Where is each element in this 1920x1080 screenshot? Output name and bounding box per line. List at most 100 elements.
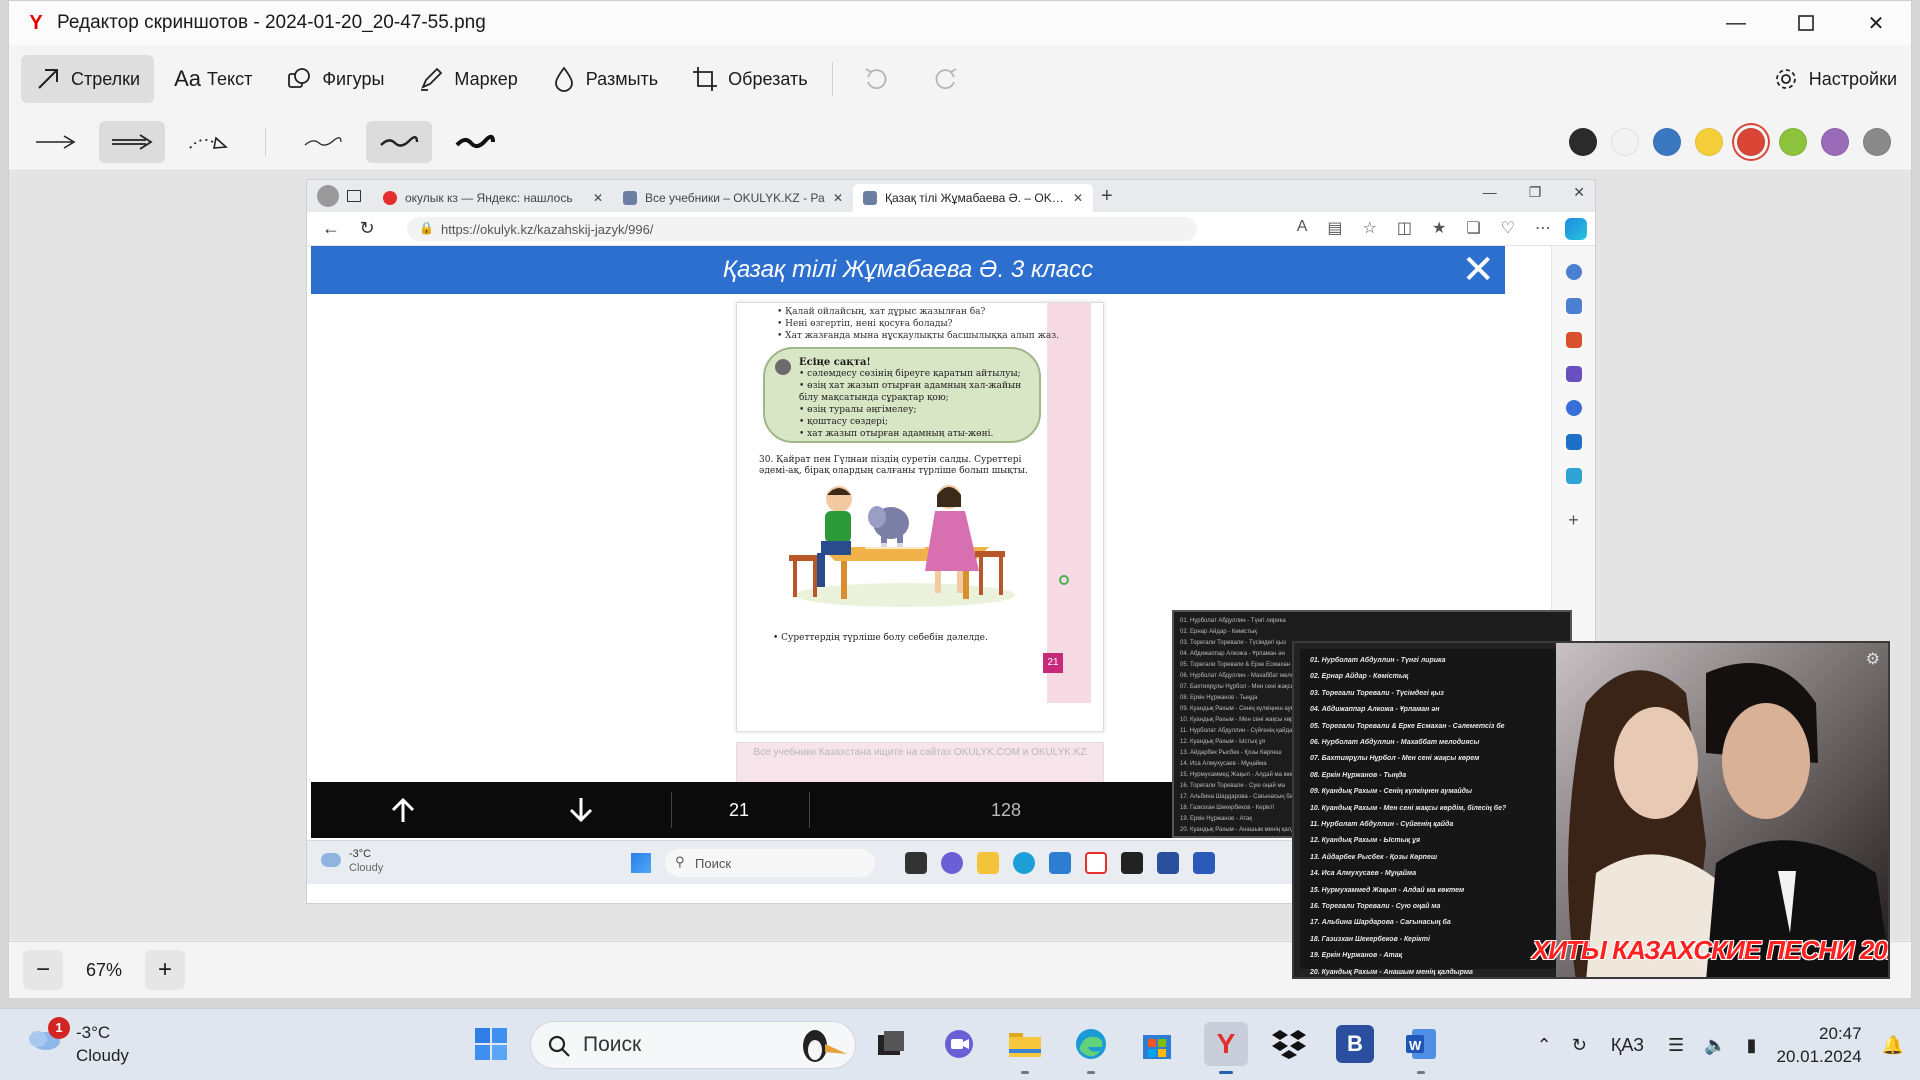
keyboard-language[interactable]: ҚАЗ bbox=[1611, 1035, 1644, 1056]
volume-icon[interactable]: 🔈 bbox=[1704, 1035, 1726, 1056]
favorite-star-icon[interactable]: ☆ bbox=[1363, 218, 1377, 238]
task-view-button[interactable] bbox=[872, 1025, 910, 1063]
browser-minimize-icon[interactable]: — bbox=[1483, 184, 1497, 201]
undo-button[interactable] bbox=[849, 55, 913, 103]
start-button[interactable] bbox=[472, 1025, 510, 1063]
file-explorer-button[interactable] bbox=[1006, 1025, 1044, 1063]
notification-bell-icon[interactable]: 🔔 bbox=[1882, 1035, 1904, 1056]
performance-icon[interactable]: ♡ bbox=[1501, 218, 1515, 238]
store-button[interactable] bbox=[1138, 1025, 1176, 1063]
split-screen-icon[interactable]: ◫ bbox=[1397, 218, 1412, 238]
prev-page-button[interactable] bbox=[381, 788, 425, 832]
color-swatch[interactable] bbox=[1653, 128, 1681, 156]
gear-icon bbox=[1775, 69, 1796, 89]
close-viewer-icon[interactable]: ✕ bbox=[1461, 250, 1495, 290]
playlist-track: 16. Торегали Торевали - Сую оңай ма bbox=[1310, 903, 1441, 910]
copilot-icon[interactable] bbox=[1565, 218, 1587, 240]
outlook-icon[interactable] bbox=[1565, 434, 1582, 450]
redo-button[interactable] bbox=[919, 55, 983, 103]
settings-button[interactable]: Настройки bbox=[1773, 55, 1897, 103]
close-tab-icon[interactable]: ✕ bbox=[1073, 191, 1083, 205]
read-aloud-icon[interactable]: A bbox=[1297, 218, 1308, 238]
color-swatch[interactable] bbox=[1737, 128, 1765, 156]
browser-tab-1[interactable]: окулык кз — Яндекс: нашлось ✕ bbox=[373, 184, 613, 212]
b-app-button[interactable]: B bbox=[1336, 1025, 1374, 1063]
green-circle-icon bbox=[1059, 575, 1069, 585]
zoom-in-button[interactable]: + bbox=[145, 950, 185, 990]
blur-tool-button[interactable]: Размыть bbox=[538, 55, 672, 103]
collections-icon[interactable]: ❏ bbox=[1466, 218, 1480, 238]
svg-text:W: W bbox=[1409, 1038, 1422, 1053]
line-width-thin[interactable] bbox=[290, 121, 356, 163]
remember-item: • сәлемдесу сөзінің біреуге қаратып айты… bbox=[799, 369, 1021, 379]
line-width-thick[interactable] bbox=[442, 121, 508, 163]
battery-icon[interactable]: ▮ bbox=[1747, 1035, 1757, 1056]
crop-tool-button[interactable]: Обрезать bbox=[678, 55, 821, 103]
current-page-input[interactable]: 21 bbox=[729, 800, 749, 821]
arrows-tool-button[interactable]: Стрелки bbox=[21, 55, 155, 103]
word-button[interactable]: W bbox=[1402, 1025, 1440, 1063]
maximize-button[interactable] bbox=[1771, 1, 1841, 45]
weather-widget[interactable]: 1 -3°C Cloudy bbox=[26, 1017, 129, 1067]
color-swatch[interactable] bbox=[1611, 128, 1639, 156]
chat-button[interactable] bbox=[940, 1025, 978, 1063]
taskbar-search-box[interactable]: Поиск bbox=[530, 1021, 856, 1069]
edge-button[interactable] bbox=[1072, 1025, 1110, 1063]
line-width-medium[interactable] bbox=[366, 120, 432, 163]
color-swatch[interactable] bbox=[1695, 128, 1723, 156]
shapes-tool-button[interactable]: Фигуры bbox=[272, 55, 398, 103]
dropbox-button[interactable] bbox=[1270, 1025, 1308, 1063]
arrow-style-thin[interactable] bbox=[23, 121, 89, 163]
games-icon[interactable] bbox=[1565, 366, 1582, 382]
browser-tab-3[interactable]: Қазақ тілі Жұмабаева Ә. – OKUL ✕ bbox=[853, 184, 1093, 212]
exercise-text: 30. Қайрат пен Гүлнаи піздің суретін сал… bbox=[759, 455, 1028, 476]
new-tab-button[interactable]: + bbox=[1101, 185, 1113, 208]
zoom-out-button[interactable]: − bbox=[23, 950, 63, 990]
video-thumbnail-front[interactable]: 01. Нурболат Абдуллин - Түнгі лирика 02. … bbox=[1292, 641, 1890, 979]
url-field[interactable]: 🔒 https://okulyk.kz/kazahskij-jazyk/996/ bbox=[407, 217, 1197, 241]
taskbar-clock[interactable]: 20:47 20.01.2024 bbox=[1776, 1022, 1861, 1068]
add-sidebar-icon[interactable]: + bbox=[1552, 510, 1595, 531]
book-page-number: 21 bbox=[1043, 653, 1063, 673]
viewer-scrollbar[interactable] bbox=[1505, 302, 1513, 394]
microsoft365-icon[interactable] bbox=[1565, 400, 1582, 416]
back-arrow-icon[interactable]: ← bbox=[313, 218, 349, 239]
more-menu-icon[interactable]: ⋯ bbox=[1535, 218, 1551, 238]
okulyk-favicon-icon bbox=[863, 191, 877, 205]
color-swatch[interactable] bbox=[1569, 128, 1597, 156]
sync-icon[interactable]: ↻ bbox=[1572, 1035, 1587, 1056]
send-icon[interactable] bbox=[1565, 468, 1582, 484]
watermark-text: Все учебники Казахстана ищите на сайтах … bbox=[753, 747, 1087, 758]
minimize-button[interactable]: — bbox=[1701, 1, 1771, 45]
color-swatch[interactable] bbox=[1821, 128, 1849, 156]
tag-icon[interactable] bbox=[1565, 298, 1582, 314]
playlist-track-small: 04. Абдижаппар Алкожа - Ұрламан ән bbox=[1180, 651, 1285, 657]
favorites-icon[interactable]: ★ bbox=[1432, 218, 1446, 238]
close-button[interactable]: ✕ bbox=[1841, 1, 1911, 45]
text-tool-button[interactable]: Aa Текст bbox=[160, 55, 266, 103]
toolbox-icon[interactable] bbox=[1565, 332, 1582, 348]
reader-view-icon[interactable]: ▤ bbox=[1327, 218, 1342, 238]
sidebar-toggle-icon[interactable] bbox=[347, 190, 361, 202]
refresh-icon[interactable]: ↻ bbox=[349, 218, 385, 239]
browser-tab-2[interactable]: Все учебники – OKULYK.KZ - Ра ✕ bbox=[613, 184, 853, 212]
edge-icon bbox=[1013, 852, 1035, 874]
okulyk-favicon-icon bbox=[623, 191, 637, 205]
browser-close-icon[interactable]: ✕ bbox=[1573, 184, 1585, 201]
chevron-up-icon[interactable]: ⌃ bbox=[1537, 1035, 1552, 1056]
profile-icon[interactable] bbox=[317, 185, 339, 207]
close-tab-icon[interactable]: ✕ bbox=[593, 191, 603, 205]
close-tab-icon[interactable]: ✕ bbox=[833, 191, 843, 205]
browser-restore-icon[interactable]: ❐ bbox=[1529, 184, 1542, 201]
yandex-browser-button[interactable]: Y bbox=[1204, 1022, 1248, 1066]
playlist-track-small: 03. Торегали Торевали - Түсімдегі қыз bbox=[1180, 640, 1286, 646]
marker-tool-button[interactable]: Маркер bbox=[404, 55, 531, 103]
arrow-style-dotted[interactable] bbox=[175, 121, 241, 163]
color-swatch[interactable] bbox=[1863, 128, 1891, 156]
search-icon[interactable] bbox=[1565, 264, 1582, 280]
arrow-style-double[interactable] bbox=[99, 120, 165, 163]
color-swatch[interactable] bbox=[1779, 128, 1807, 156]
video-banner-title: ХИТЫ КАЗАХСКИЕ ПЕСНИ 2020 bbox=[1532, 935, 1890, 965]
wifi-icon[interactable]: ☰ bbox=[1668, 1035, 1684, 1056]
next-page-button[interactable] bbox=[559, 788, 603, 832]
